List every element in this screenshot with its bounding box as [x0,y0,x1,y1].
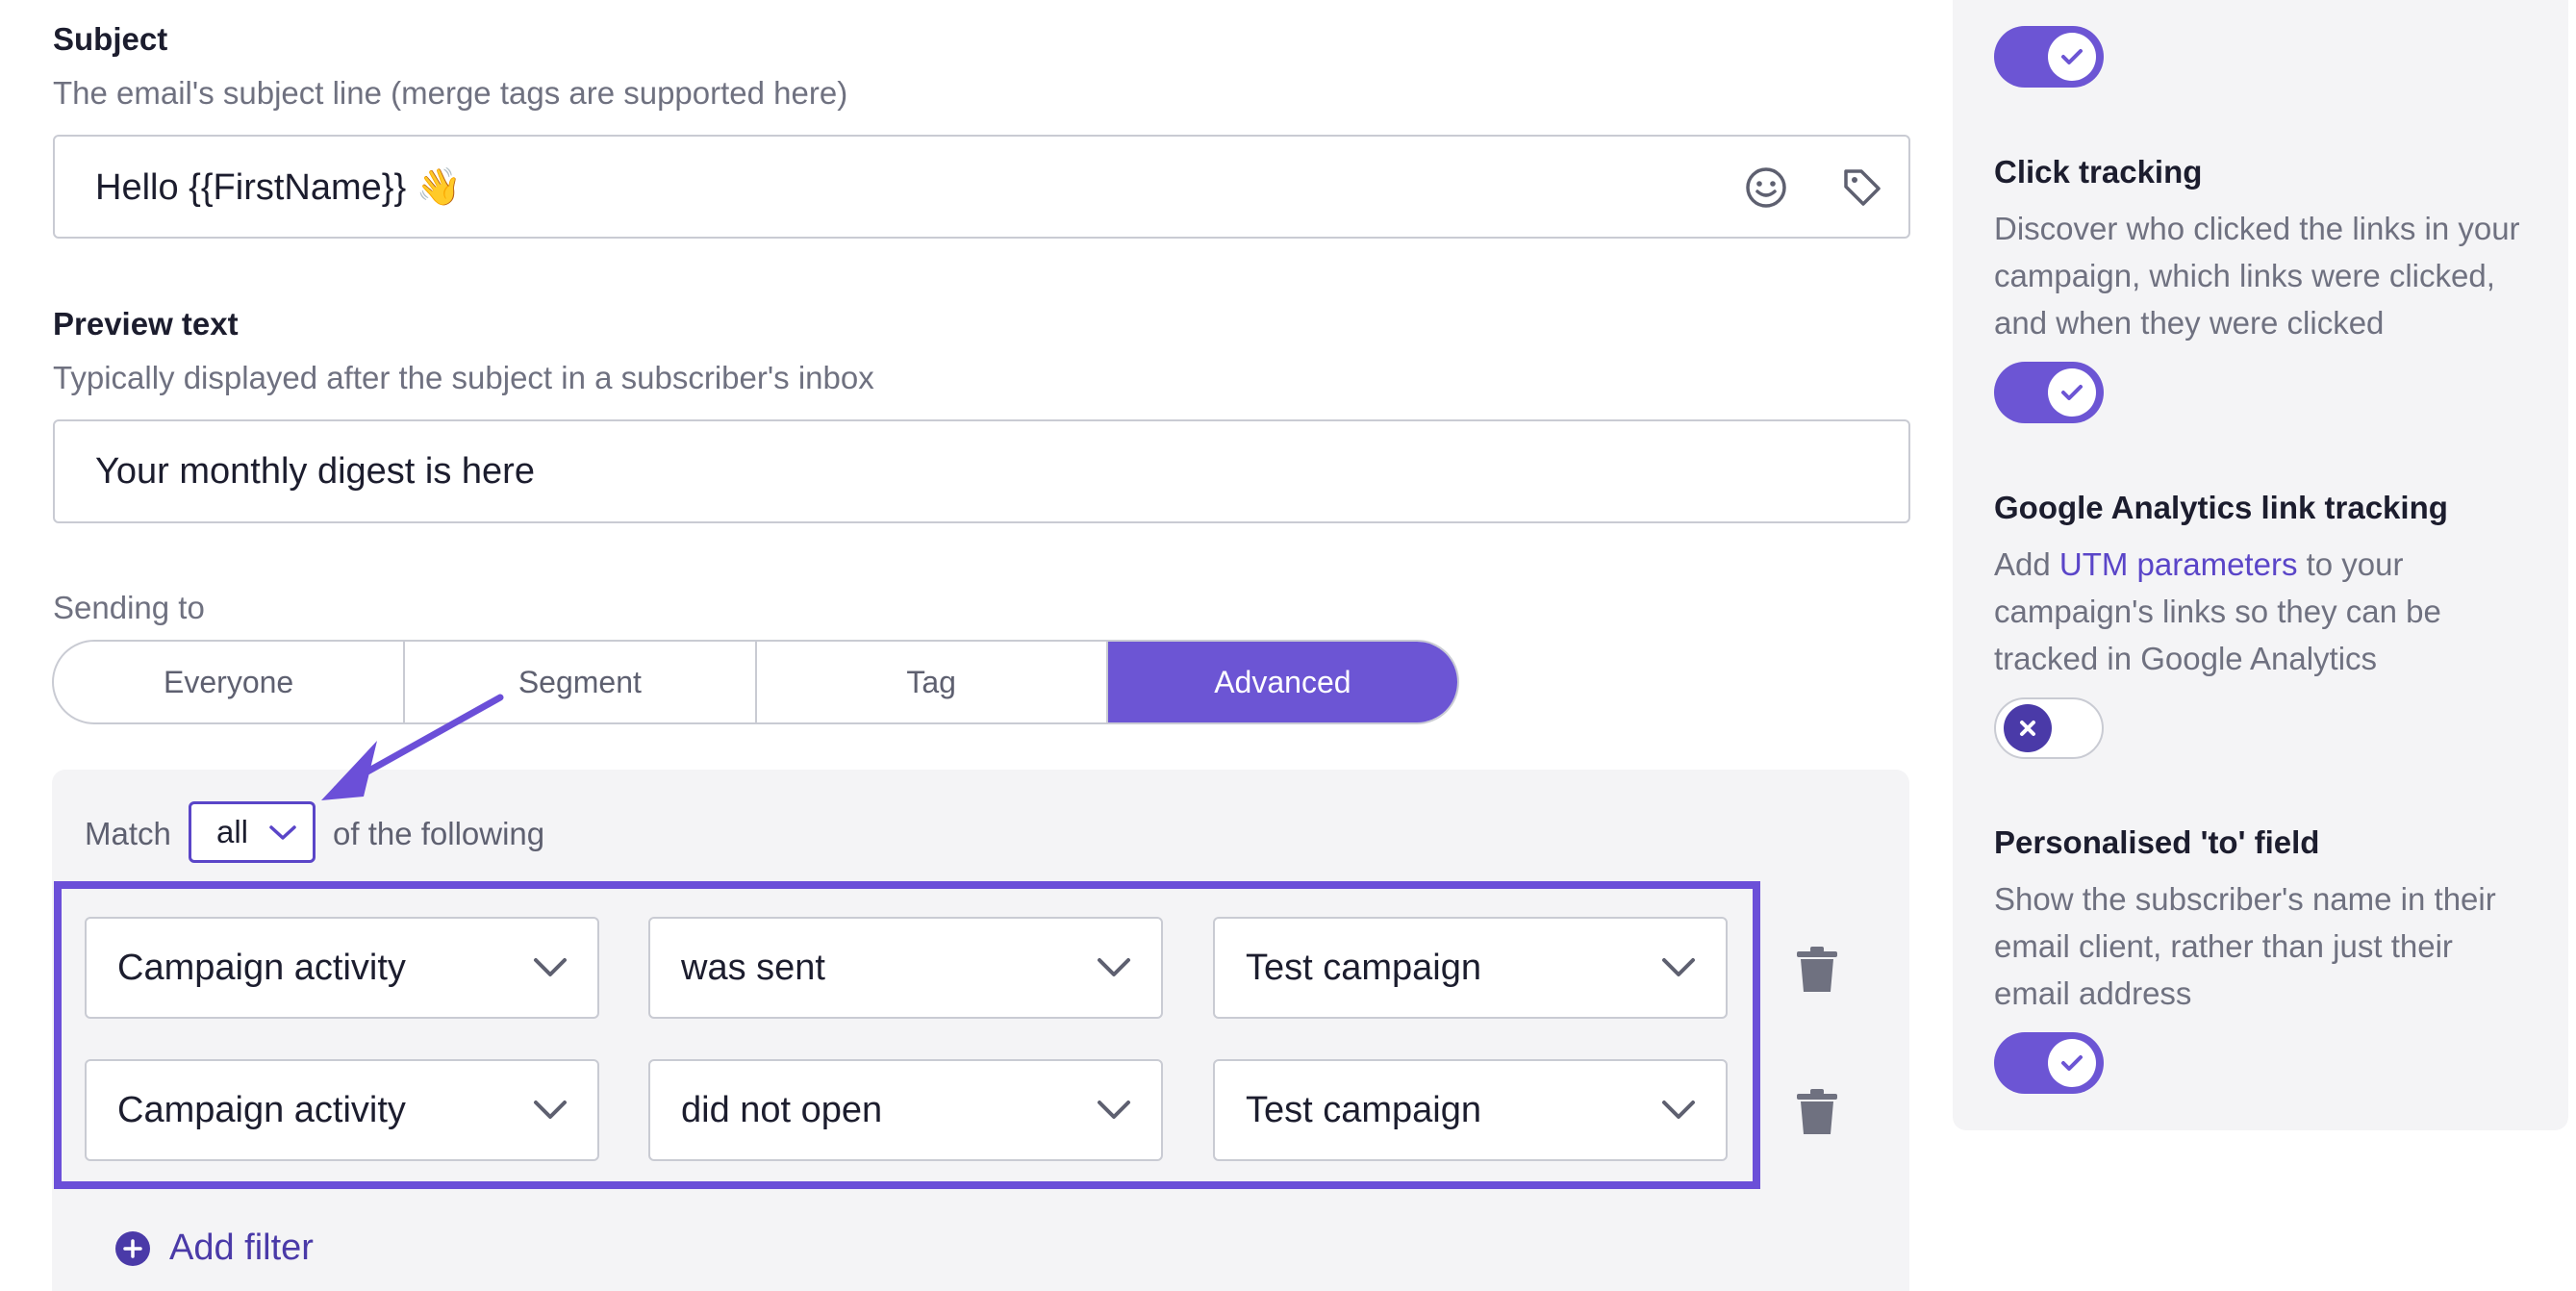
preview-value: Your monthly digest is here [95,451,535,492]
chevron-down-icon [532,955,568,985]
chevron-down-icon [1096,1098,1132,1127]
preview-description: Typically displayed after the subject in… [53,360,874,395]
audience-option-advanced[interactable]: Advanced [1107,642,1457,722]
utm-parameters-link[interactable]: UTM parameters [2059,546,2298,582]
filter-condition-value: did not open [681,1090,883,1130]
ga-tracking-toggle[interactable] [1994,697,2104,759]
match-suffix: of the following [333,816,545,851]
trash-icon[interactable] [1795,1088,1839,1141]
sending-to-label: Sending to [53,590,205,625]
click-tracking-description: Discover who clicked the links in your c… [1994,211,2520,341]
filter-field-value: Campaign activity [117,948,406,988]
subject-description: The email's subject line (merge tags are… [53,75,848,111]
trash-icon[interactable] [1795,946,1839,999]
merge-tag-icon[interactable] [1840,165,1884,215]
chevron-down-icon [1096,955,1132,985]
annotation-arrow [321,694,504,800]
campaign-settings-page: Subject The email's subject line (merge … [0,0,2576,1291]
filter-condition-select[interactable]: was sent [648,917,1163,1019]
toggle-knob [2004,704,2052,752]
personalised-to-title: Personalised 'to' field [1994,824,2320,860]
wave-emoji: 👋 [416,167,463,208]
toggle-knob [2048,33,2096,81]
match-value: all [216,814,249,849]
click-tracking-toggle[interactable] [1994,362,2104,423]
match-prefix: Match [85,816,171,851]
ga-tracking-description: Add UTM parameters to your campaign's li… [1994,541,2533,682]
preview-label: Preview text [53,306,239,342]
ga-tracking-title: Google Analytics link tracking [1994,490,2448,525]
chevron-down-icon [268,823,297,848]
chevron-down-icon [1660,1098,1697,1127]
ga-desc-before: Add [1994,546,2059,582]
filter-campaign-select[interactable]: Test campaign [1213,1059,1728,1161]
filter-campaign-value: Test campaign [1246,948,1482,988]
toggle-knob [2048,368,2096,417]
click-tracking-title: Click tracking [1994,154,2203,190]
filter-field-select[interactable]: Campaign activity [85,917,599,1019]
plus-circle-icon [115,1230,150,1266]
audience-selector: Everyone Segment Tag Advanced [52,640,1459,724]
subject-label: Subject [53,21,168,57]
audience-option-tag[interactable]: Tag [757,642,1108,722]
chevron-down-icon [1660,955,1697,985]
chevron-down-icon [532,1098,568,1127]
subject-input[interactable]: Hello {{FirstName}} 👋 [53,135,1910,239]
subject-value: Hello {{FirstName}} [95,167,407,208]
filter-campaign-value: Test campaign [1246,1090,1482,1130]
filter-field-value: Campaign activity [117,1090,406,1130]
personalised-to-description: Show the subscriber's name in their emai… [1994,881,2496,1011]
preview-text-input[interactable]: Your monthly digest is here [53,419,1910,523]
top-setting-toggle[interactable] [1994,26,2104,88]
emoji-picker-icon[interactable] [1744,165,1788,215]
match-select[interactable]: all [189,801,316,863]
filter-field-select[interactable]: Campaign activity [85,1059,599,1161]
toggle-knob [2048,1039,2096,1087]
personalised-to-toggle[interactable] [1994,1032,2104,1094]
filter-campaign-select[interactable]: Test campaign [1213,917,1728,1019]
add-filter-button[interactable]: Add filter [115,1228,314,1269]
filter-condition-value: was sent [681,948,825,988]
filter-condition-select[interactable]: did not open [648,1059,1163,1161]
add-filter-label: Add filter [169,1228,314,1268]
